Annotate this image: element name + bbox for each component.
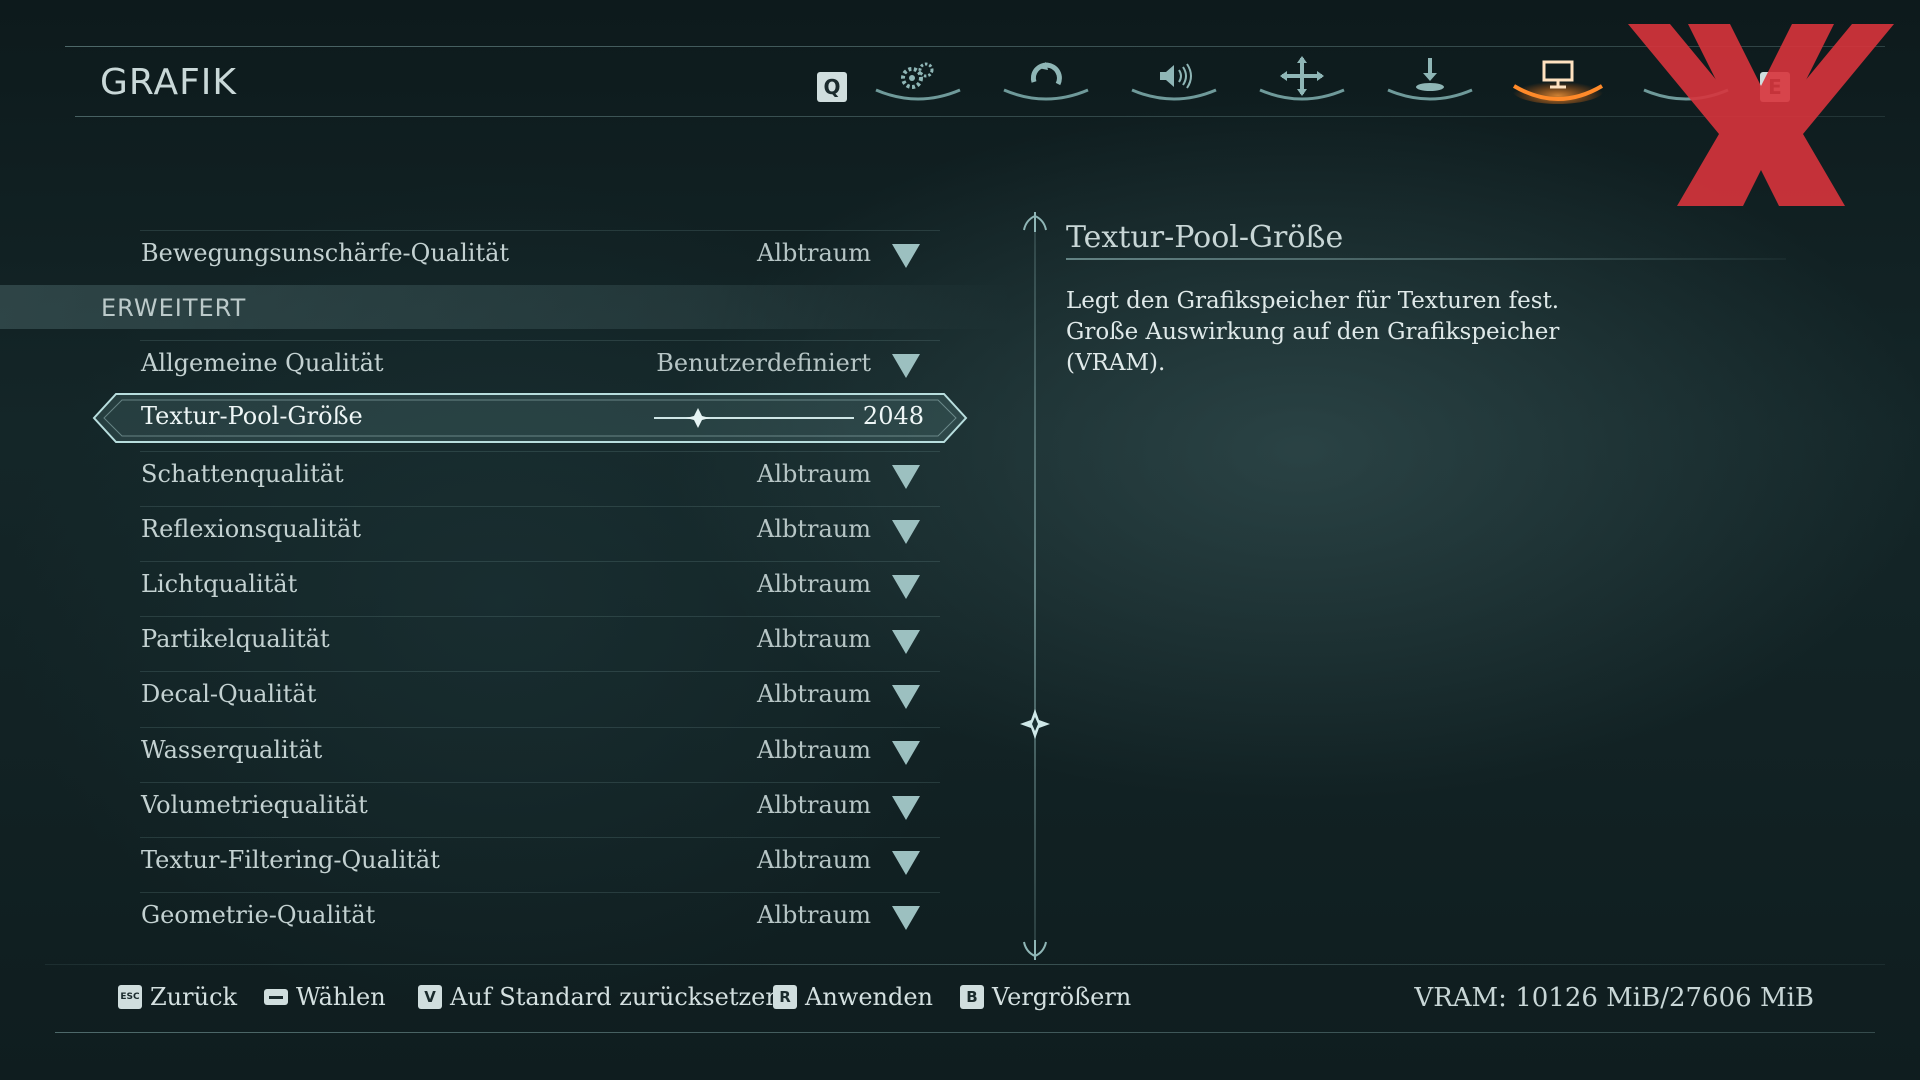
setting-row-water-quality[interactable]: Wasserqualität Albtraum: [140, 727, 940, 774]
hint-label: Vergrößern: [992, 983, 1132, 1011]
download-icon: [1387, 58, 1473, 101]
dropdown-arrow-icon[interactable]: [892, 575, 920, 599]
slider-thumb[interactable]: [686, 408, 710, 428]
setting-label: Reflexionsqualität: [141, 515, 361, 543]
setting-value: Albtraum: [756, 570, 871, 598]
hint-zoom[interactable]: B Vergrößern: [960, 983, 1131, 1011]
setting-label: Wasserqualität: [141, 736, 323, 764]
section-header-advanced: ERWEITERT: [0, 285, 1010, 329]
setting-value: Albtraum: [756, 515, 871, 543]
setting-row-particle-quality[interactable]: Partikelqualität Albtraum: [140, 616, 940, 663]
tab-gameplay[interactable]: [1252, 56, 1352, 106]
setting-value: Benutzerdefiniert: [656, 349, 871, 377]
setting-row-volumetric-quality[interactable]: Volumetriequalität Albtraum: [140, 782, 940, 829]
setting-label: Lichtqualität: [141, 570, 298, 598]
section-label: ERWEITERT: [101, 294, 247, 322]
setting-row-texture-filtering-quality[interactable]: Textur-Filtering-Qualität Albtraum: [140, 837, 940, 884]
setting-value: Albtraum: [756, 791, 871, 819]
hint-select[interactable]: Wählen: [264, 983, 386, 1011]
setting-value: Albtraum: [756, 625, 871, 653]
tab-prev-key[interactable]: Q: [817, 72, 847, 102]
setting-row-motion-blur[interactable]: Bewegungsunschärfe-Qualität Albtraum: [140, 230, 940, 277]
page-title: GRAFIK: [100, 62, 238, 103]
dropdown-arrow-icon[interactable]: [892, 244, 920, 268]
hint-label: Wählen: [296, 983, 386, 1011]
setting-label: Textur-Pool-Größe: [141, 402, 363, 430]
setting-label: Volumetriequalität: [141, 791, 368, 819]
dropdown-arrow-icon[interactable]: [892, 354, 920, 378]
setting-value: Albtraum: [756, 239, 871, 267]
b-key-icon: B: [960, 985, 984, 1009]
setting-row-texture-pool-size[interactable]: Textur-Pool-Größe 2048: [92, 392, 968, 444]
scroll-up-ornament: [1023, 212, 1047, 232]
dropdown-arrow-icon[interactable]: [892, 520, 920, 544]
tab-controls[interactable]: [996, 56, 1096, 106]
r-key-icon: R: [773, 985, 797, 1009]
dropdown-arrow-icon[interactable]: [892, 741, 920, 765]
tab-audio[interactable]: [1124, 56, 1224, 106]
setting-value: 2048: [862, 402, 924, 430]
setting-label: Bewegungsunschärfe-Qualität: [141, 239, 510, 267]
setting-row-shadow-quality[interactable]: Schattenqualität Albtraum: [140, 451, 940, 498]
hint-back[interactable]: ESC Zurück: [118, 983, 237, 1011]
hint-label: Auf Standard zurücksetzen: [450, 983, 781, 1011]
dropdown-arrow-icon[interactable]: [892, 465, 920, 489]
setting-value: Albtraum: [756, 901, 871, 929]
vram-usage: VRAM: 10126 MiB/27606 MiB: [1414, 983, 1814, 1013]
brand-logo: [1628, 24, 1894, 206]
setting-row-light-quality[interactable]: Lichtqualität Albtraum: [140, 561, 940, 608]
esc-key-icon: ESC: [118, 985, 142, 1009]
description-divider: [1066, 258, 1786, 260]
speaker-icon: [1131, 63, 1217, 101]
v-key-icon: V: [418, 985, 442, 1009]
dropdown-arrow-icon[interactable]: [892, 906, 920, 930]
dropdown-arrow-icon[interactable]: [892, 685, 920, 709]
setting-label: Textur-Filtering-Qualität: [141, 846, 440, 874]
scrollbar-thumb[interactable]: [1020, 709, 1050, 739]
setting-value: Albtraum: [756, 680, 871, 708]
dropdown-arrow-icon[interactable]: [892, 851, 920, 875]
setting-row-overall-quality[interactable]: Allgemeine Qualität Benutzerdefiniert: [140, 340, 940, 387]
controller-icon: [1003, 62, 1089, 101]
setting-label: Partikelqualität: [141, 625, 330, 653]
setting-label: Geometrie-Qualität: [141, 901, 376, 929]
setting-row-reflection-quality[interactable]: Reflexionsqualität Albtraum: [140, 506, 940, 553]
dropdown-arrow-icon[interactable]: [892, 630, 920, 654]
hint-label: Zurück: [150, 983, 238, 1011]
tab-graphics[interactable]: [1508, 56, 1608, 106]
setting-value: Albtraum: [756, 736, 871, 764]
scrollbar-track[interactable]: [1034, 218, 1036, 958]
texture-pool-slider[interactable]: [654, 408, 854, 428]
monitor-icon: [1512, 60, 1604, 104]
setting-value: Albtraum: [756, 460, 871, 488]
setting-label: Decal-Qualität: [141, 680, 317, 708]
dropdown-arrow-icon[interactable]: [892, 796, 920, 820]
crosshair-icon: [1259, 56, 1345, 101]
gears-icon: [875, 62, 961, 101]
tab-downloads[interactable]: [1380, 56, 1480, 106]
setting-row-decal-quality[interactable]: Decal-Qualität Albtraum: [140, 671, 940, 718]
setting-value: Albtraum: [756, 846, 871, 874]
hint-reset-default[interactable]: V Auf Standard zurücksetzen: [418, 983, 781, 1011]
setting-row-geometry-quality[interactable]: Geometrie-Qualität Albtraum: [140, 892, 940, 939]
hint-label: Anwenden: [805, 983, 934, 1011]
description-text: Legt den Grafikspeicher für Texturen fes…: [1066, 288, 1560, 376]
setting-label: Schattenqualität: [141, 460, 344, 488]
tab-general[interactable]: [868, 56, 968, 106]
enter-key-icon: [264, 989, 288, 1005]
setting-label: Allgemeine Qualität: [141, 349, 384, 377]
hint-apply[interactable]: R Anwenden: [773, 983, 933, 1011]
description-title: Textur-Pool-Größe: [1066, 220, 1344, 255]
scroll-down-ornament: [1023, 940, 1047, 960]
